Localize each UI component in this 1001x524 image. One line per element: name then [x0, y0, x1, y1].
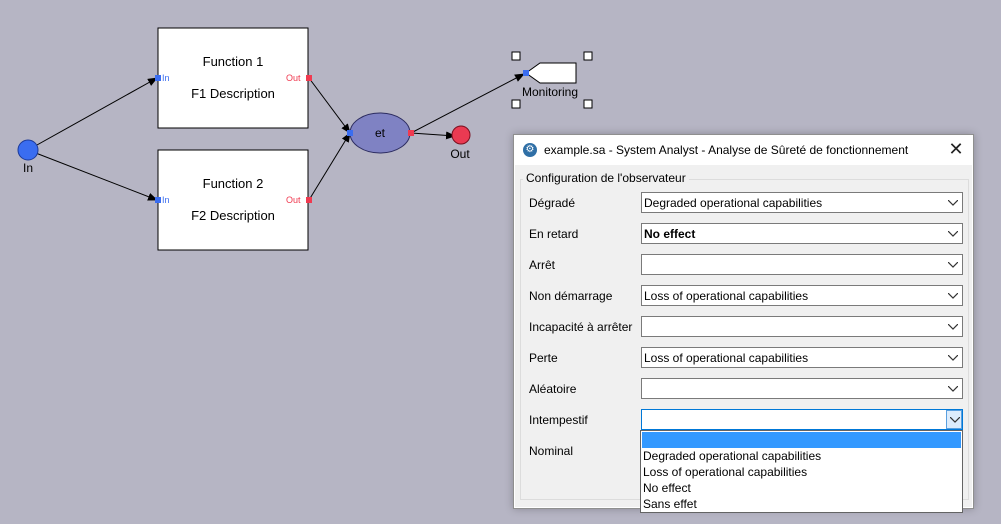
intempestif-dropdown-list[interactable]: Degraded operational capabilities Loss o… — [640, 430, 963, 513]
chevron-down-icon — [945, 256, 961, 273]
function-2-block[interactable]: Function 2 F2 Description In Out — [155, 149, 312, 251]
dialog-titlebar[interactable]: ⚙ example.sa - System Analyst - Analyse … — [514, 135, 973, 165]
dropdown-option-sans-effet[interactable]: Sans effet — [642, 496, 961, 512]
function-1-out-label: Out — [286, 73, 301, 83]
input-node[interactable]: In — [17, 139, 39, 175]
chevron-down-icon — [945, 318, 961, 335]
function-2-in-label: In — [162, 195, 170, 205]
function-1-out-port[interactable] — [306, 75, 312, 81]
function-1-title: Function 1 — [203, 54, 264, 69]
label-nominal: Nominal — [529, 444, 574, 458]
function-2-in-port[interactable] — [155, 197, 161, 203]
label-arret: Arrêt — [529, 258, 556, 272]
chevron-down-icon — [945, 349, 961, 366]
selection-handle-bottom-left[interactable] — [511, 99, 521, 109]
dialog-title: example.sa - System Analyst - Analyse de… — [544, 143, 909, 157]
dropdown-option-loss[interactable]: Loss of operational capabilities — [642, 464, 961, 480]
edge-f2-et[interactable] — [308, 132, 351, 201]
chevron-down-icon — [945, 225, 961, 242]
input-node-label: In — [23, 161, 33, 175]
select-en-retard-value: No effect — [644, 227, 696, 241]
selection-handle-top-left[interactable] — [511, 51, 521, 61]
dropdown-option-empty[interactable] — [642, 432, 961, 448]
close-button[interactable]: ✕ — [939, 135, 973, 165]
select-incapacite-a-arreter[interactable] — [641, 316, 963, 337]
select-perte-value: Loss of operational capabilities — [644, 351, 809, 365]
select-arret[interactable] — [641, 254, 963, 275]
monitoring-label: Monitoring — [522, 85, 578, 99]
chevron-down-icon — [946, 410, 962, 429]
edge-et-monitoring[interactable] — [410, 73, 525, 134]
function-1-in-label: In — [162, 73, 170, 83]
label-incapacite-a-arreter: Incapacité à arrêter — [529, 320, 633, 334]
select-intempestif[interactable] — [641, 409, 963, 430]
function-2-title: Function 2 — [203, 176, 264, 191]
label-non-demarrage: Non démarrage — [529, 289, 613, 303]
group-title: Configuration de l'observateur — [523, 171, 689, 185]
app-gear-icon: ⚙ — [523, 143, 537, 157]
edge-et-out[interactable] — [410, 131, 456, 140]
label-perte: Perte — [529, 351, 558, 365]
and-gate-label: et — [375, 126, 386, 140]
label-en-retard: En retard — [529, 227, 579, 241]
label-aleatoire: Aléatoire — [529, 382, 577, 396]
select-en-retard[interactable]: No effect — [641, 223, 963, 244]
monitoring-node[interactable]: Monitoring — [511, 51, 593, 109]
chevron-down-icon — [945, 194, 961, 211]
monitoring-in-port[interactable] — [523, 70, 529, 76]
and-gate-in-port[interactable] — [347, 130, 353, 136]
output-node-label: Out — [450, 147, 470, 161]
chevron-down-icon — [945, 287, 961, 304]
edge-in-f2[interactable] — [27, 149, 158, 201]
select-aleatoire[interactable] — [641, 378, 963, 399]
label-degrade: Dégradé — [529, 196, 576, 210]
edge-f1-et[interactable] — [308, 77, 351, 134]
and-gate-node[interactable]: et — [347, 112, 414, 154]
function-2-out-port[interactable] — [306, 197, 312, 203]
edge-in-f1[interactable] — [27, 77, 158, 151]
and-gate-out-port[interactable] — [408, 130, 414, 136]
chevron-down-icon — [945, 380, 961, 397]
function-1-in-port[interactable] — [155, 75, 161, 81]
dropdown-option-degraded[interactable]: Degraded operational capabilities — [642, 448, 961, 464]
selection-handle-top-right[interactable] — [583, 51, 593, 61]
select-degrade-value: Degraded operational capabilities — [644, 196, 823, 210]
selection-handle-bottom-right[interactable] — [583, 99, 593, 109]
function-1-description: F1 Description — [191, 86, 275, 101]
function-1-block[interactable]: Function 1 F1 Description In Out — [155, 27, 312, 129]
select-degrade[interactable]: Degraded operational capabilities — [641, 192, 963, 213]
select-perte[interactable]: Loss of operational capabilities — [641, 347, 963, 368]
select-non-demarrage-value: Loss of operational capabilities — [644, 289, 809, 303]
dropdown-option-no-effect[interactable]: No effect — [642, 480, 961, 496]
function-2-out-label: Out — [286, 195, 301, 205]
select-non-demarrage[interactable]: Loss of operational capabilities — [641, 285, 963, 306]
output-node[interactable]: Out — [450, 125, 471, 161]
function-2-description: F2 Description — [191, 208, 275, 223]
label-intempestif: Intempestif — [529, 413, 588, 427]
